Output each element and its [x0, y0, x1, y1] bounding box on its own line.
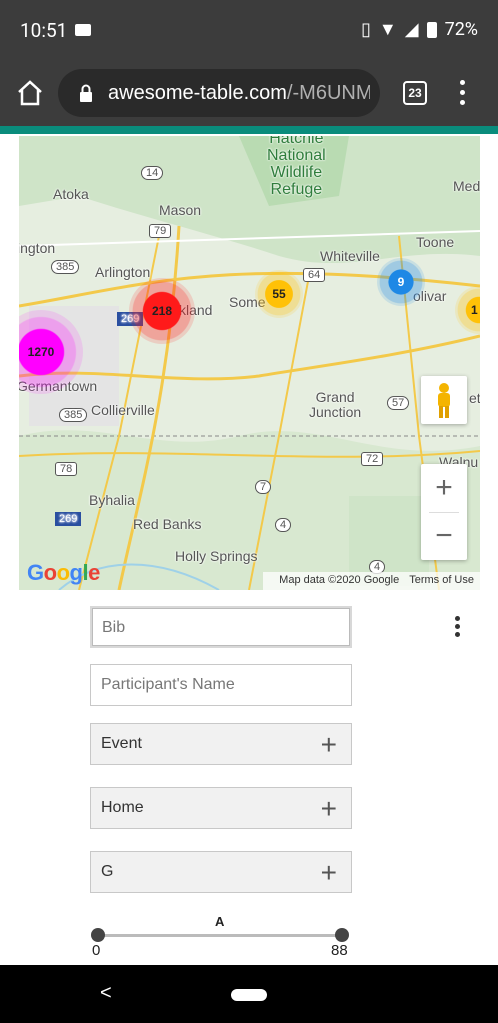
map-label-hatchie: Hatchie National Wildlife Refuge	[267, 136, 326, 198]
home-filter[interactable]: Home +	[90, 787, 352, 829]
route-shield: 7	[255, 480, 272, 494]
battery-icon	[426, 21, 437, 38]
lock-icon	[80, 84, 92, 102]
browser-menu-icon[interactable]	[458, 80, 466, 108]
map-label-et: et	[469, 390, 480, 406]
zoom-in-button[interactable]: +	[421, 464, 467, 512]
pegman-icon	[438, 383, 450, 418]
route-shield: 79	[149, 224, 172, 238]
event-filter-label: Event	[101, 735, 142, 752]
mail-icon	[75, 24, 91, 36]
more-options-icon[interactable]	[455, 616, 461, 640]
status-bar: 10:51 ▯ ▼ ◢ 72%	[0, 0, 498, 60]
route-shield: 72	[361, 452, 384, 466]
map-label-arlington: Arlington	[95, 264, 151, 280]
page-header-strip	[0, 126, 498, 134]
marker-cluster[interactable]: 55	[255, 270, 303, 318]
zoom-out-button[interactable]: −	[421, 512, 467, 560]
route-shield: 57	[387, 396, 410, 410]
route-shield: 4	[275, 518, 292, 532]
map-label-collierville: Collierville	[91, 402, 155, 418]
bib-input[interactable]: Bib	[90, 606, 352, 648]
map-label-holly-springs: Holly Springs	[175, 548, 258, 564]
map-label-whiteville: Whiteville	[320, 248, 380, 264]
route-shield: 14	[141, 166, 164, 180]
range-slider-min-value: 0	[92, 942, 101, 959]
route-shield: 385	[51, 260, 80, 274]
android-nav-bar: <	[0, 965, 498, 1023]
plus-icon: +	[320, 793, 337, 824]
map-label-atoka: Atoka	[53, 186, 89, 202]
map[interactable]: Hatchie National Wildlife Refuge Atoka Maso…	[19, 136, 480, 590]
map-label-med: Med	[453, 178, 480, 194]
wifi-icon: ▼	[378, 19, 397, 40]
map-data-text: Map data ©2020 Google	[279, 574, 400, 586]
zoom-controls: + −	[421, 464, 467, 560]
route-shield: 64	[303, 268, 326, 282]
signal-icon: ◢	[404, 19, 419, 40]
home-icon[interactable]	[14, 77, 46, 109]
map-label-grand-junction: Grand Junction	[309, 389, 362, 420]
street-view-pegman-button[interactable]	[421, 376, 467, 424]
terms-of-use-link[interactable]: Terms of Use	[409, 574, 474, 586]
map-label-toone: Toone	[416, 234, 455, 250]
url-path: /-M6UNM	[286, 82, 370, 104]
plus-icon: +	[320, 729, 337, 760]
google-logo: Google	[27, 560, 100, 585]
range-slider-label: A	[215, 914, 225, 929]
home-pill-icon[interactable]	[231, 989, 267, 1001]
map-label-ington: ington	[19, 240, 56, 256]
url-text: awesome-table.com/-M6UNM	[108, 82, 370, 105]
address-bar[interactable]: awesome-table.com/-M6UNM	[58, 69, 380, 117]
tab-switcher-button[interactable]: 23	[403, 81, 427, 105]
route-shield: 385	[59, 408, 88, 422]
home-filter-label: Home	[101, 799, 144, 816]
plus-icon: +	[320, 857, 337, 888]
map-background	[19, 136, 480, 590]
map-label-red-banks: Red Banks	[133, 516, 202, 532]
vibrate-icon: ▯	[361, 19, 371, 40]
back-icon[interactable]: <	[100, 982, 112, 1005]
participant-name-input[interactable]: Participant's Name	[90, 664, 352, 706]
status-right: ▯ ▼ ◢ 72%	[361, 19, 478, 40]
range-slider-max-value: 88	[331, 942, 348, 959]
map-label-byhalia: Byhalia	[89, 492, 135, 508]
map-label-mason: Mason	[159, 202, 202, 218]
route-shield: 78	[55, 462, 78, 476]
marker-cluster[interactable]: 218	[129, 278, 195, 344]
interstate-shield: 269	[55, 512, 82, 526]
url-domain: awesome-table.com	[108, 82, 287, 104]
map-attribution: Map data ©2020 Google Terms of Use	[263, 572, 480, 590]
range-slider-min-handle[interactable]	[91, 928, 105, 942]
browser-toolbar: awesome-table.com/-M6UNM 23	[0, 60, 498, 126]
g-filter-label: G	[101, 863, 114, 880]
marker-cluster[interactable]: 9	[377, 258, 425, 306]
battery-percent: 72%	[444, 19, 478, 40]
range-slider-max-handle[interactable]	[335, 928, 349, 942]
range-slider-track[interactable]	[98, 934, 342, 937]
status-time: 10:51	[20, 19, 68, 42]
g-filter[interactable]: G +	[90, 851, 352, 893]
event-filter[interactable]: Event +	[90, 723, 352, 765]
